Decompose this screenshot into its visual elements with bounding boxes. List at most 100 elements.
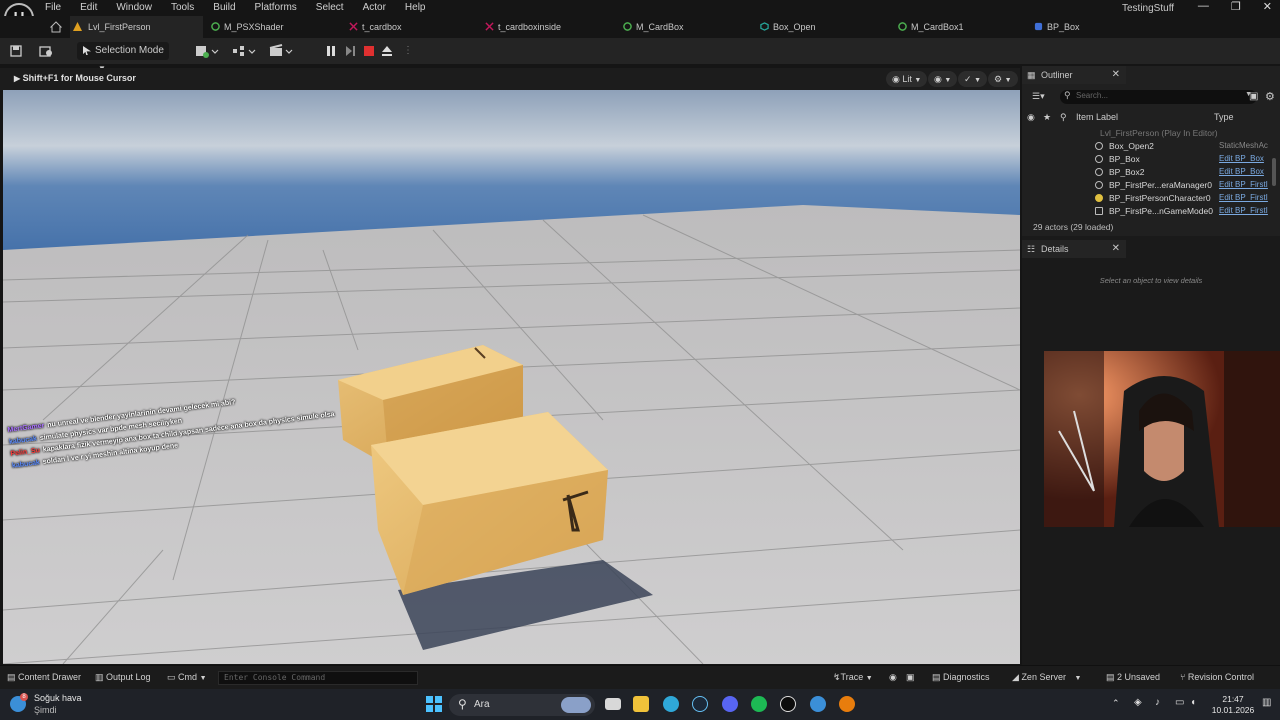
outliner-row[interactable]: Box_Open2 StaticMeshAc <box>1022 140 1272 153</box>
viewport-settings-dropdown[interactable]: ⚙ ▼ <box>988 71 1018 87</box>
cinematics-icon[interactable] <box>269 42 293 60</box>
filter-icon[interactable]: ☰▾ <box>1032 91 1045 102</box>
edit-blueprint-link[interactable]: Edit BP_Box <box>1219 167 1264 176</box>
record-icon[interactable]: ◉ <box>889 672 897 683</box>
outliner-search-input[interactable]: ⚲ Search... ▼ <box>1060 90 1257 104</box>
outliner-row[interactable]: BP_FirstPersonCharacter0 Edit BP_FirstI <box>1022 192 1272 205</box>
tab-box-open[interactable]: Box_Open <box>757 16 816 38</box>
menu-tools[interactable]: Tools <box>171 2 194 13</box>
favorite-column-icon[interactable]: ★ <box>1043 112 1051 123</box>
diagnostics-button[interactable]: ▤ Diagnostics <box>932 672 990 683</box>
save-icon[interactable] <box>10 42 24 60</box>
blueprint-menu-icon[interactable] <box>232 42 256 60</box>
file-explorer-icon[interactable] <box>633 696 649 712</box>
microphone-icon[interactable]: ♪ <box>1155 697 1160 708</box>
outliner-row[interactable]: BP_FirstPe...nGameMode0 Edit BP_FirstI <box>1022 205 1272 218</box>
maximize-button[interactable]: ❐ <box>1231 0 1241 13</box>
taskbar-search-input[interactable]: ⚲ Ara <box>449 694 595 716</box>
level-viewport[interactable] <box>3 90 1020 664</box>
outliner-row[interactable]: Lvl_FirstPerson (Play In Editor) <box>1022 127 1272 140</box>
tab-t-cardboxinside[interactable]: t_cardboxinside <box>482 16 561 38</box>
menu-actor[interactable]: Actor <box>363 2 386 13</box>
add-folder-icon[interactable]: ▣ <box>1249 91 1258 102</box>
output-log-button[interactable]: ▥ Output Log <box>95 672 151 683</box>
menu-help[interactable]: Help <box>405 2 426 13</box>
zen-server-dropdown[interactable]: ◢ Zen Server ▼ <box>1012 672 1081 683</box>
trace-dropdown[interactable]: ↯Trace ▼ <box>833 672 873 683</box>
snapping-dropdown[interactable]: ✓ ▼ <box>958 71 987 87</box>
edit-blueprint-link[interactable]: Edit BP_FirstI <box>1219 193 1268 202</box>
details-tab[interactable]: ☷ Details ✕ <box>1022 240 1126 258</box>
app-icon[interactable] <box>810 696 826 712</box>
edge-browser-icon[interactable] <box>663 696 679 712</box>
tab-bp-box[interactable]: BP_Box <box>1031 16 1080 38</box>
menu-edit[interactable]: Edit <box>80 2 97 13</box>
visibility-column-icon[interactable]: ◉ <box>1027 112 1035 123</box>
selection-mode-dropdown[interactable]: Selection Mode ▼ <box>77 42 169 73</box>
edit-blueprint-link[interactable]: Edit BP_Box <box>1219 154 1264 163</box>
static-mesh-icon <box>1095 142 1103 150</box>
edit-blueprint-link[interactable]: Edit BP_FirstI <box>1219 206 1268 215</box>
menu-platforms[interactable]: Platforms <box>255 2 297 13</box>
menu-window[interactable]: Window <box>116 2 152 13</box>
console-command-input[interactable]: Enter Console Command <box>218 671 418 685</box>
view-mode-dropdown[interactable]: ◉ Lit ▼ <box>886 71 928 87</box>
spotify-icon[interactable] <box>751 696 767 712</box>
pause-button[interactable] <box>325 42 337 60</box>
close-icon[interactable]: ✕ <box>1112 66 1120 84</box>
network-icon[interactable]: ▭ <box>1175 697 1184 708</box>
notifications-icon[interactable]: ▥ <box>1262 697 1271 708</box>
tray-overflow-icon[interactable]: ⌃ <box>1112 698 1120 709</box>
tab-t-cardbox[interactable]: t_cardbox <box>346 16 402 38</box>
col-item-label[interactable]: Item Label <box>1076 112 1118 122</box>
windows-start-icon[interactable] <box>426 696 442 712</box>
blender-icon[interactable] <box>839 696 855 712</box>
screenshot-icon[interactable]: ▣ <box>906 672 915 683</box>
edit-blueprint-link[interactable]: Edit BP_FirstI <box>1219 180 1268 189</box>
close-button[interactable]: ✕ <box>1263 0 1272 13</box>
home-icon[interactable] <box>46 16 66 38</box>
blueprint-icon <box>1034 22 1043 31</box>
show-flags-dropdown[interactable]: ◉ ▼ <box>928 71 958 87</box>
stop-button[interactable] <box>363 42 375 60</box>
outliner-row[interactable]: BP_Box Edit BP_Box <box>1022 153 1272 166</box>
revision-control-button[interactable]: ⑂ Revision Control <box>1180 672 1254 682</box>
unreal-engine-icon[interactable] <box>780 696 796 712</box>
more-options-icon[interactable]: ⋮ <box>403 42 413 60</box>
cmd-label: Cmd <box>178 672 198 682</box>
add-actor-icon[interactable] <box>195 42 219 60</box>
col-type[interactable]: Type <box>1214 112 1234 122</box>
menu-file[interactable]: File <box>45 2 61 13</box>
step-frame-button[interactable] <box>344 42 356 60</box>
system-clock[interactable]: 21:47 10.01.2026 <box>1208 694 1258 716</box>
tab-m-cardbox[interactable]: M_CardBox <box>620 16 684 38</box>
chevron-down-icon: ▼ <box>1004 77 1012 84</box>
menu-select[interactable]: Select <box>316 2 344 13</box>
material-icon <box>898 22 907 31</box>
content-drawer-button[interactable]: ▤ Content Drawer <box>7 672 81 683</box>
unsaved-button[interactable]: ▤ 2 Unsaved <box>1106 672 1160 683</box>
tray-app-icon[interactable]: ◈ <box>1134 697 1142 708</box>
tab-m-psxshader[interactable]: M_PSXShader <box>208 16 284 38</box>
zen-server-label: Zen Server <box>1021 672 1066 682</box>
close-icon[interactable]: ✕ <box>1112 240 1120 258</box>
revision-icon: ⑂ <box>1180 672 1186 682</box>
cmd-dropdown[interactable]: ▭ Cmd ▼ <box>167 672 207 683</box>
gear-icon[interactable]: ⚙ <box>1265 90 1275 103</box>
task-view-icon[interactable] <box>605 698 621 710</box>
outliner-scrollbar[interactable] <box>1272 158 1276 186</box>
volume-icon[interactable]: ◖ <box>1190 697 1196 708</box>
outliner-row[interactable]: BP_Box2 Edit BP_Box <box>1022 166 1272 179</box>
outliner-row[interactable]: BP_FirstPer...eraManager0 Edit BP_FirstI <box>1022 179 1272 192</box>
tab-m-cardbox1[interactable]: M_CardBox1 <box>895 16 964 38</box>
menu-build[interactable]: Build <box>213 2 235 13</box>
steam-icon[interactable] <box>692 696 708 712</box>
outliner-tab[interactable]: ▦ Outliner ✕ <box>1022 66 1126 84</box>
tab-lvl-firstperson[interactable]: Lvl_FirstPerson <box>70 16 203 38</box>
pin-column-icon[interactable]: ⚲ <box>1060 112 1067 123</box>
eject-button[interactable] <box>381 42 393 60</box>
chevron-down-icon: ▼ <box>865 675 873 682</box>
content-browser-icon[interactable] <box>39 42 53 60</box>
minimize-button[interactable]: — <box>1198 0 1209 13</box>
discord-icon[interactable] <box>722 696 738 712</box>
